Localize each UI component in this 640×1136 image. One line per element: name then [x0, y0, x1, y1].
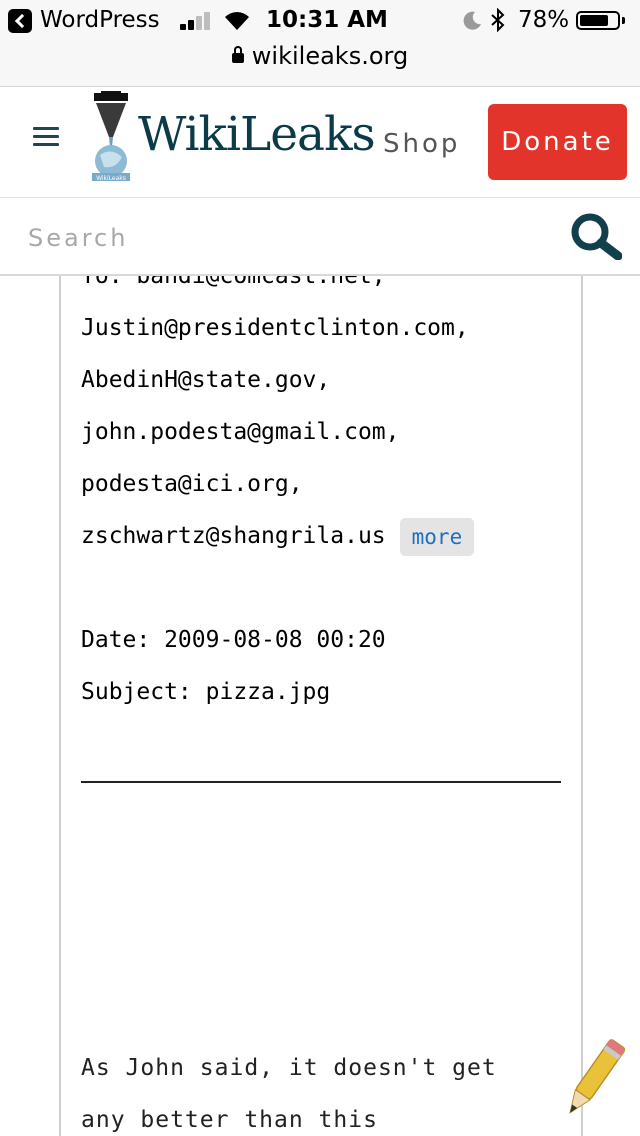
status-bar: WordPress 10:31 AM 78% [0, 0, 640, 40]
back-app-label[interactable]: WordPress [40, 7, 160, 33]
site-header: WikiLeaks WikiLeaks Shop Donate [0, 87, 640, 198]
back-arrow-icon[interactable] [8, 9, 32, 33]
bluetooth-icon [491, 8, 505, 32]
signal-icon [180, 12, 214, 30]
hourglass-logo-icon[interactable]: WikiLeaks [88, 91, 134, 183]
search-input[interactable] [26, 212, 530, 264]
shop-link[interactable]: Shop [383, 129, 460, 159]
battery-percent: 78% [518, 7, 570, 33]
email-body-line: As John said, it doesn't get [81, 1055, 497, 1081]
email-date: Date: 2009-08-08 00:20 [81, 627, 386, 653]
url-display[interactable]: wikileaks.org [0, 42, 640, 70]
email-recipient: zschwartz@shangrila.us [81, 523, 386, 549]
logo-subtext: WikiLeaks [96, 175, 126, 182]
divider [81, 781, 561, 783]
battery-icon [576, 11, 620, 30]
moon-icon [463, 11, 481, 30]
email-recipient: podesta@ici.org, [81, 471, 303, 497]
email-recipient: john.podesta@gmail.com, [81, 419, 400, 445]
menu-icon[interactable] [33, 127, 59, 147]
lock-icon [231, 46, 244, 63]
url-domain: wikileaks.org [251, 42, 409, 70]
clock: 10:31 AM [266, 7, 388, 33]
battery-fill [580, 15, 608, 26]
donate-button[interactable]: Donate [488, 104, 627, 180]
email-recipient-row: zschwartz@shangrila.us more [81, 510, 571, 562]
email-content: To: bandi@comcast.net, Justin@presidentc… [59, 276, 583, 1136]
wifi-icon [225, 12, 249, 31]
email-to-line: To: bandi@comcast.net, [81, 276, 386, 289]
battery-nub [622, 17, 625, 24]
url-bar[interactable]: wikileaks.org [0, 40, 640, 87]
search-bar [0, 198, 640, 276]
email-body-line: any better than this [81, 1107, 378, 1133]
site-logo-text[interactable]: WikiLeaks [138, 107, 376, 162]
pencil-icon[interactable] [558, 1030, 628, 1130]
search-icon[interactable] [568, 212, 622, 260]
email-recipient: AbedinH@state.gov, [81, 367, 331, 393]
email-body: As John said, it doesn't get any better … [81, 1042, 571, 1136]
email-headers: To: bandi@comcast.net, Justin@presidentc… [81, 276, 571, 718]
email-subject: Subject: pizza.jpg [81, 679, 331, 705]
email-recipient: Justin@presidentclinton.com, [81, 315, 469, 341]
more-recipients-button[interactable]: more [399, 517, 475, 556]
